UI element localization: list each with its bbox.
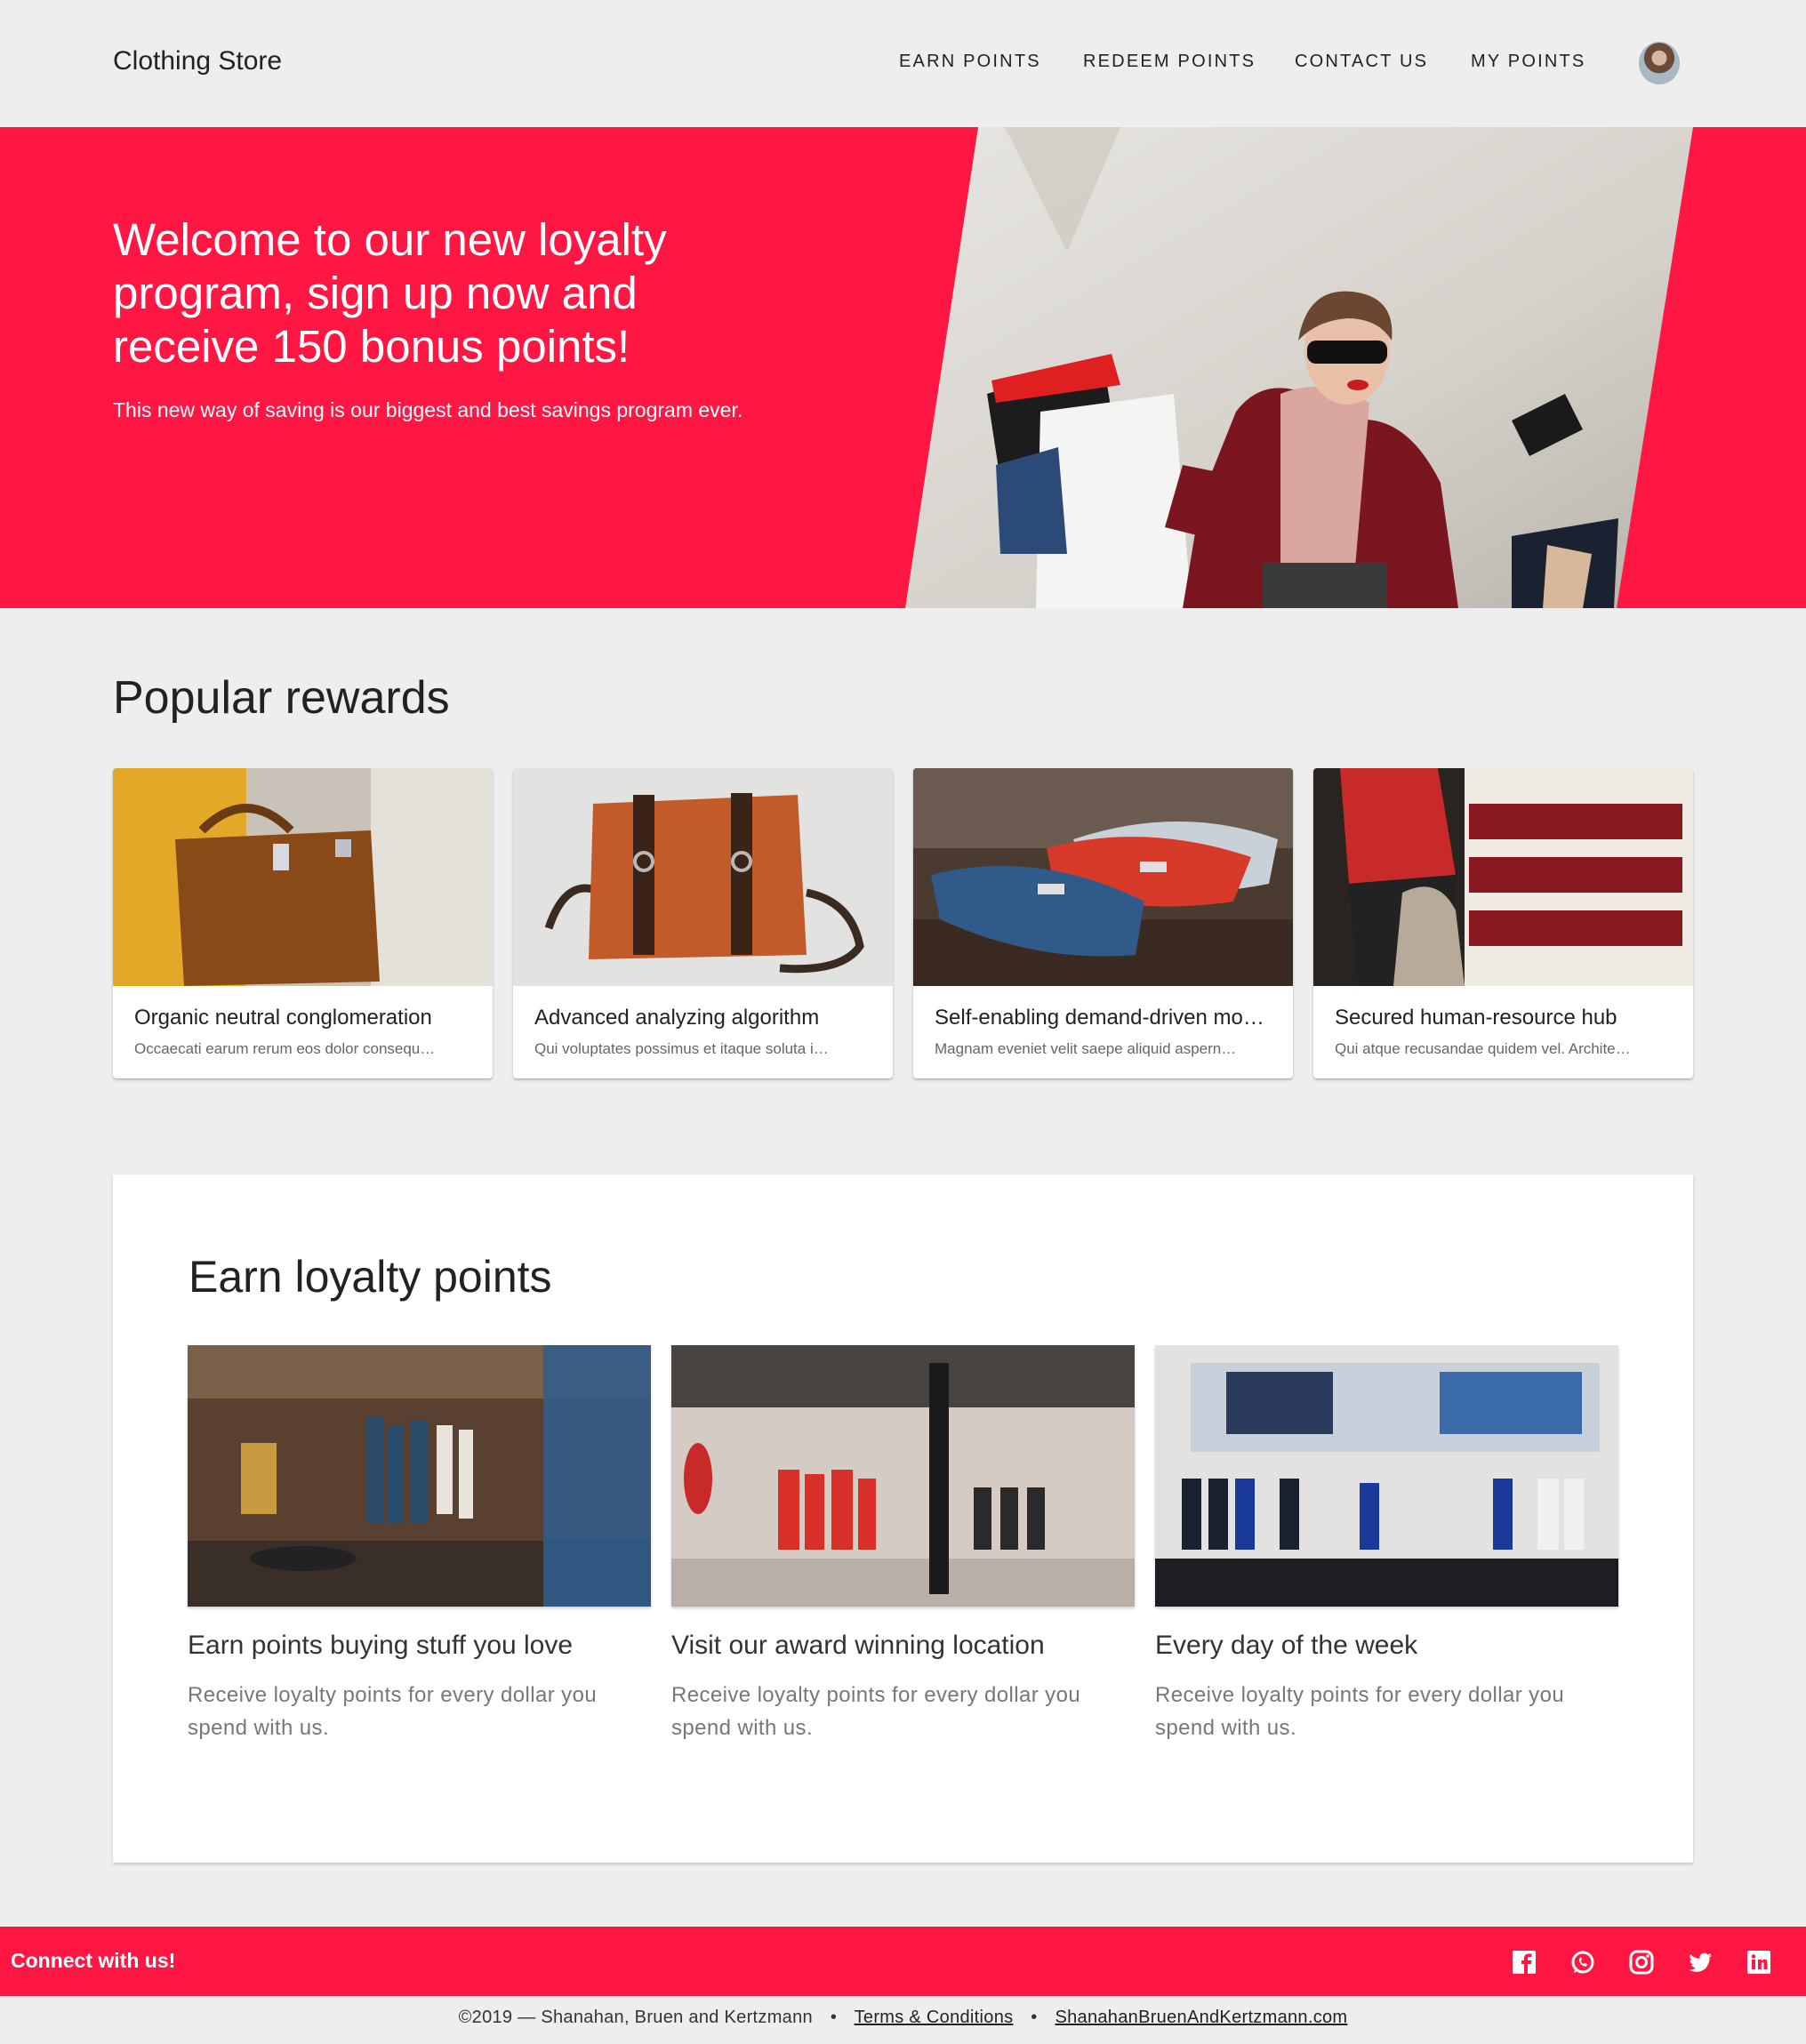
reward-image-loafers — [913, 768, 1293, 986]
avatar[interactable] — [1639, 42, 1680, 84]
reward-card[interactable]: Advanced analyzing algorithm Qui volupta… — [513, 768, 893, 1078]
reward-title: Secured human-resource hub — [1335, 1006, 1617, 1030]
earn-card: Earn points buying stuff you love Receiv… — [188, 1345, 651, 1744]
reward-description: Qui voluptates possimus et itaque soluta… — [534, 1040, 829, 1057]
reward-title: Self-enabling demand-driven mo… — [935, 1006, 1264, 1030]
reward-description: Qui atque recusandae quidem vel. Archite… — [1335, 1040, 1631, 1057]
nav-redeem-points[interactable]: REDEEM POINTS — [1083, 52, 1256, 72]
reward-description: Magnam eveniet velit saepe aliquid asper… — [935, 1040, 1237, 1057]
earn-card-text: Receive loyalty points for every dollar … — [1155, 1683, 1565, 1740]
earn-card-title: Earn points buying stuff you love — [188, 1631, 574, 1660]
instagram-icon[interactable] — [1629, 1950, 1654, 1975]
reward-image-shopper — [1313, 768, 1693, 986]
connect-with-us-label: Connect with us! — [11, 1949, 176, 1972]
app-header: Clothing Store EARN POINTS REDEEM POINTS… — [0, 0, 1806, 127]
linkedin-icon[interactable] — [1746, 1950, 1771, 1975]
reward-title: Organic neutral conglomeration — [134, 1006, 432, 1030]
earn-loyalty-title: Earn loyalty points — [189, 1252, 552, 1302]
hero-banner: Welcome to our new loyalty program, sign… — [0, 127, 1806, 608]
earn-image-store-interior — [188, 1345, 651, 1607]
earn-image-store-location — [671, 1345, 1135, 1607]
earn-image-clothing-racks — [1155, 1345, 1618, 1607]
copyright-text: ©2019 — Shanahan, Bruen and Kertzmann — [458, 2008, 813, 2027]
earn-card: Every day of the week Receive loyalty po… — [1155, 1345, 1618, 1744]
facebook-icon[interactable] — [1512, 1950, 1537, 1975]
hero-subtitle: This new way of saving is our biggest an… — [113, 398, 743, 421]
popular-rewards-title: Popular rewards — [113, 672, 450, 724]
separator-dot: • — [830, 2008, 838, 2027]
reward-card[interactable]: Self-enabling demand-driven mo… Magnam e… — [913, 768, 1293, 1078]
reward-image-satchel — [513, 768, 893, 986]
reward-description: Occaecati earum rerum eos dolor consequ… — [134, 1040, 436, 1057]
earn-card-title: Visit our award winning location — [671, 1631, 1045, 1660]
earn-card-text: Receive loyalty points for every dollar … — [188, 1683, 598, 1740]
nav-my-points[interactable]: MY POINTS — [1471, 52, 1585, 72]
terms-link[interactable]: Terms & Conditions — [855, 2008, 1014, 2027]
twitter-icon[interactable] — [1688, 1950, 1713, 1975]
reward-card[interactable]: Organic neutral conglomeration Occaecati… — [113, 768, 493, 1078]
earn-loyalty-section: Earn loyalty points Earn points buying s… — [113, 1174, 1693, 1863]
reward-image-handbag — [113, 768, 493, 986]
earn-card-text: Receive loyalty points for every dollar … — [671, 1683, 1081, 1740]
hero-title: Welcome to our new loyalty program, sign… — [113, 214, 667, 372]
reward-card[interactable]: Secured human-resource hub Qui atque rec… — [1313, 768, 1693, 1078]
nav-contact-us[interactable]: CONTACT US — [1295, 52, 1428, 72]
earn-card-title: Every day of the week — [1155, 1631, 1418, 1660]
separator-dot: • — [1031, 2008, 1038, 2027]
whatsapp-icon[interactable] — [1570, 1950, 1595, 1975]
copyright-bar: ©2019 — Shanahan, Bruen and Kertzmann • … — [0, 1996, 1806, 2044]
footer-bar: Connect with us! — [0, 1927, 1806, 1996]
brand-title[interactable]: Clothing Store — [113, 46, 282, 76]
site-link[interactable]: ShanahanBruenAndKertzmann.com — [1055, 2008, 1347, 2027]
earn-card: Visit our award winning location Receive… — [671, 1345, 1135, 1744]
nav-earn-points[interactable]: EARN POINTS — [899, 52, 1041, 72]
reward-title: Advanced analyzing algorithm — [534, 1006, 820, 1030]
